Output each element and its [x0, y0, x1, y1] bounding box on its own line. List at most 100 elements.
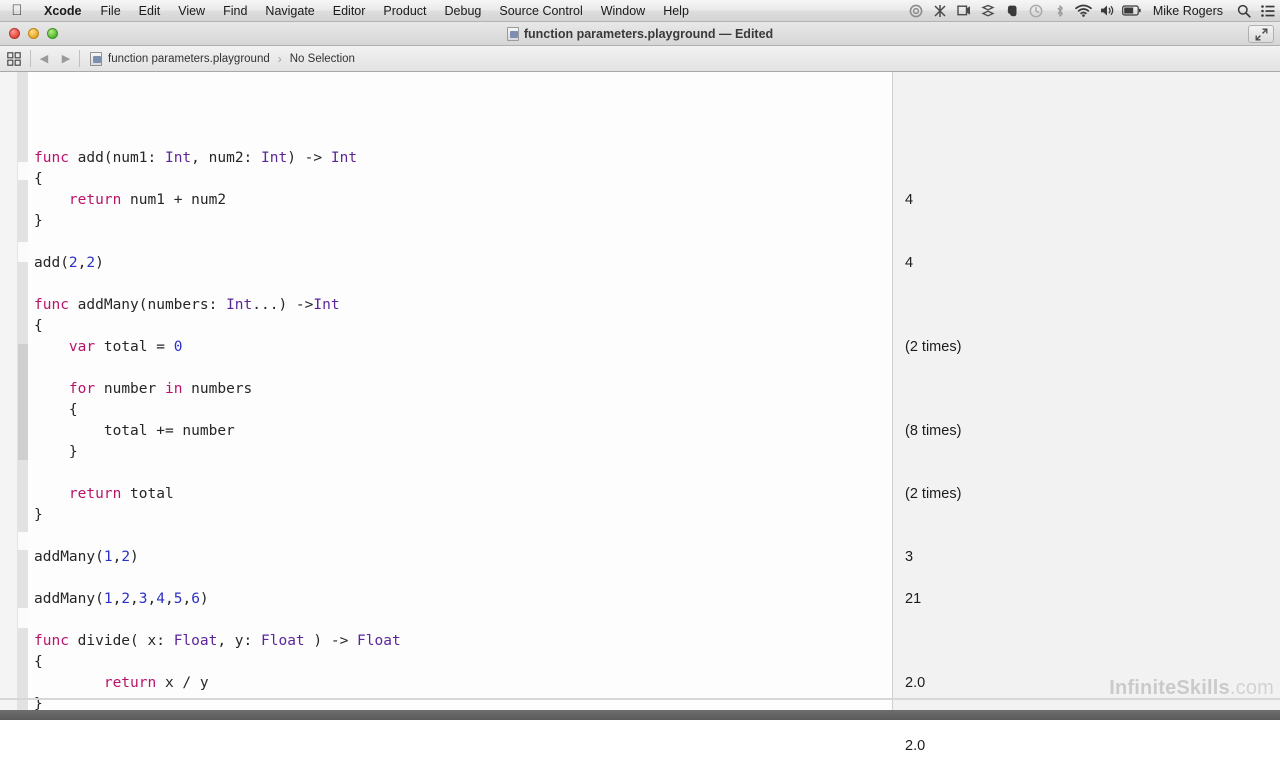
zoom-button[interactable] [47, 28, 58, 39]
breadcrumb-separator-icon: › [276, 52, 284, 66]
spotlight-search-icon[interactable] [1232, 0, 1256, 22]
wifi-icon[interactable] [1072, 0, 1096, 22]
back-chevron-icon[interactable]: ◀ [33, 52, 55, 65]
menu-items-group: XcodeFileEditViewFindNavigateEditorProdu… [34, 0, 698, 22]
code-token-num: 6 [191, 591, 200, 607]
creative-cloud-icon[interactable] [904, 0, 928, 22]
battery-icon[interactable] [1120, 0, 1144, 22]
code-token-pln [34, 192, 69, 208]
screenflow-icon[interactable] [952, 0, 976, 22]
code-token-typ: Float [261, 633, 305, 649]
code-line[interactable]: addMany(1,2,3,4,5,6) [34, 589, 209, 610]
minimize-button[interactable] [28, 28, 39, 39]
code-token-pln: addMany(numbers: [78, 297, 226, 313]
result-value[interactable]: (2 times) [905, 337, 961, 358]
code-line[interactable]: return x / y [34, 673, 209, 694]
menu-file[interactable]: File [92, 0, 130, 22]
menu-product[interactable]: Product [374, 0, 435, 22]
code-line[interactable]: { [34, 169, 43, 190]
code-token-kw: func [34, 150, 78, 166]
volume-icon[interactable] [1096, 0, 1120, 22]
fold-block[interactable] [18, 550, 28, 608]
code-line[interactable]: add(2,2) [34, 253, 104, 274]
breadcrumb-file-name[interactable]: function parameters.playground [108, 53, 270, 65]
menu-window[interactable]: Window [592, 0, 654, 22]
menu-source-control[interactable]: Source Control [490, 0, 591, 22]
code-line[interactable]: func divide( x: Float, y: Float ) -> Flo… [34, 631, 401, 652]
result-value[interactable]: 2.0 [905, 736, 925, 757]
menu-find[interactable]: Find [214, 0, 256, 22]
code-folding-ribbon[interactable] [18, 72, 28, 710]
code-token-pln: { [34, 171, 43, 187]
code-token-pln: { [34, 654, 43, 670]
code-token-pln: ...) -> [252, 297, 313, 313]
dropbox-icon[interactable] [976, 0, 1000, 22]
code-token-pln: addMany( [34, 591, 104, 607]
code-token-num: 2 [121, 591, 130, 607]
code-token-pln: } [34, 507, 43, 523]
code-line[interactable]: } [34, 694, 43, 710]
watermark-suffix: .com [1230, 677, 1274, 699]
code-token-typ: Float [174, 633, 218, 649]
result-value[interactable]: 4 [905, 190, 913, 211]
result-value[interactable]: (8 times) [905, 421, 961, 442]
code-token-pln: number [95, 381, 165, 397]
result-value[interactable]: 3 [905, 547, 913, 568]
code-line[interactable]: return num1 + num2 [34, 190, 226, 211]
code-token-pln: ) -> [305, 633, 357, 649]
code-token-kw: return [104, 675, 156, 691]
show-related-items-icon[interactable] [0, 52, 28, 66]
time-machine-icon[interactable] [1024, 0, 1048, 22]
code-token-kw: for [69, 381, 95, 397]
window-controls [0, 28, 58, 39]
expand-editor-icon[interactable] [1248, 25, 1274, 43]
code-line[interactable]: func addMany(numbers: Int...) ->Int [34, 295, 340, 316]
code-line[interactable]: for number in numbers [34, 379, 252, 400]
result-value[interactable]: 2.0 [905, 673, 925, 694]
code-line[interactable]: return total [34, 484, 174, 505]
code-token-pln: total += number [34, 423, 235, 439]
result-value[interactable]: (2 times) [905, 484, 961, 505]
alfred-hat-icon[interactable] [928, 0, 952, 22]
fold-block[interactable] [18, 262, 28, 344]
menu-edit[interactable]: Edit [130, 0, 170, 22]
fold-block[interactable] [18, 72, 28, 162]
bluetooth-icon[interactable] [1048, 0, 1072, 22]
forward-chevron-icon[interactable]: ▶ [55, 52, 77, 65]
code-line[interactable]: { [34, 400, 78, 421]
result-value[interactable]: 4 [905, 253, 913, 274]
result-value[interactable]: 21 [905, 589, 921, 610]
code-line[interactable]: var total = 0 [34, 337, 182, 358]
code-line[interactable]: { [34, 316, 43, 337]
menubar-user-name[interactable]: Mike Rogers [1144, 4, 1232, 18]
menu-navigate[interactable]: Navigate [256, 0, 323, 22]
menu-help[interactable]: Help [654, 0, 698, 22]
code-token-typ: Int [331, 150, 357, 166]
close-button[interactable] [9, 28, 20, 39]
code-line[interactable]: total += number [34, 421, 235, 442]
source-code-pane[interactable]: func add(num1: Int, num2: Int) -> Int { r… [28, 72, 892, 710]
code-token-pln: numbers [182, 381, 252, 397]
code-line[interactable]: } [34, 211, 43, 232]
code-token-num: 1 [104, 591, 113, 607]
menu-xcode[interactable]: Xcode [34, 0, 92, 22]
code-line[interactable]: } [34, 505, 43, 526]
fold-block[interactable] [18, 180, 28, 242]
code-token-kw: var [69, 339, 95, 355]
menu-view[interactable]: View [169, 0, 214, 22]
notification-center-icon[interactable] [1256, 0, 1280, 22]
code-line[interactable]: func add(num1: Int, num2: Int) -> Int [34, 148, 357, 169]
menu-debug[interactable]: Debug [436, 0, 491, 22]
code-line[interactable]: addMany(1,2) [34, 547, 139, 568]
code-token-pln: ) [95, 255, 104, 271]
evernote-icon[interactable] [1000, 0, 1024, 22]
code-token-pln: { [34, 318, 43, 334]
code-line[interactable]: } [34, 442, 78, 463]
menu-editor[interactable]: Editor [324, 0, 375, 22]
fold-block[interactable] [18, 460, 28, 532]
fold-block[interactable] [18, 344, 28, 460]
watermark-brand: InfiniteSkills [1109, 677, 1230, 699]
breadcrumb-selection[interactable]: No Selection [290, 53, 355, 65]
apple-logo-icon[interactable]:  [0, 3, 34, 18]
code-line[interactable]: { [34, 652, 43, 673]
